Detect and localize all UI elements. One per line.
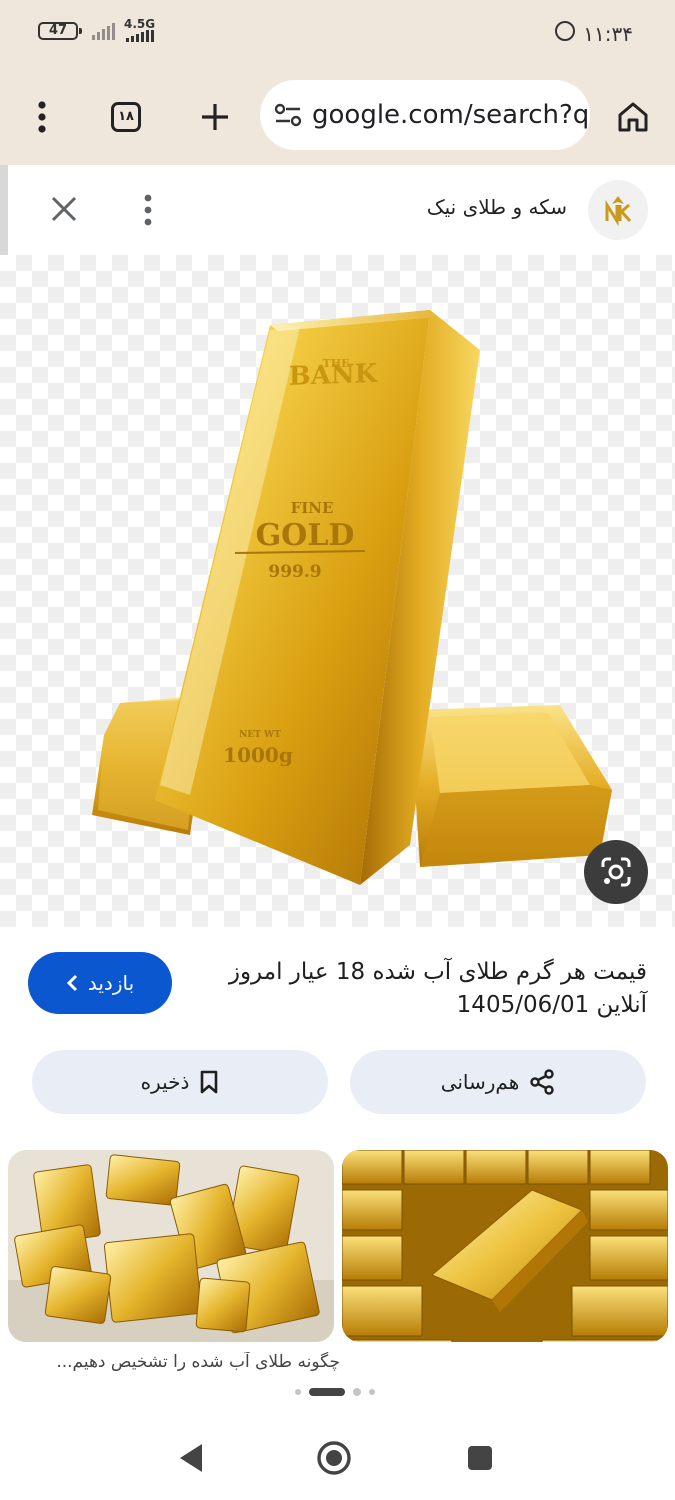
related-image-2[interactable] xyxy=(342,1150,668,1342)
page-dot-active xyxy=(309,1388,345,1396)
close-icon xyxy=(51,196,77,222)
status-bar: 47 4.5G ۱۱:۳۴ xyxy=(0,0,675,68)
related-image-1[interactable] xyxy=(8,1150,334,1342)
tabs-button[interactable]: ۱۸ xyxy=(106,68,146,165)
home-circle-icon xyxy=(317,1441,351,1475)
close-button[interactable] xyxy=(46,191,82,227)
site-favicon-icon xyxy=(605,196,632,227)
result-title-line2: آنلاین 1405/06/01 xyxy=(456,992,647,1018)
chevron-left-icon xyxy=(66,974,77,992)
svg-text:BANK: BANK xyxy=(289,359,379,392)
svg-text:999.9: 999.9 xyxy=(268,562,321,582)
signal-strength-icon xyxy=(126,30,154,42)
browser-toolbar: ۱۸ google.com/search?q xyxy=(0,68,675,166)
signal-icon xyxy=(92,22,115,40)
gold-pile-image xyxy=(8,1150,334,1342)
battery-level: 47 xyxy=(48,23,68,38)
viewer-header: سکه و طلای نیک xyxy=(0,165,675,255)
visit-label: بازدید xyxy=(87,971,135,995)
tabs-icon: ۱۸ xyxy=(111,101,141,132)
whatsapp-icon xyxy=(555,21,575,41)
new-tab-button[interactable] xyxy=(196,68,234,165)
save-label: ذخیره xyxy=(140,1070,190,1094)
new-tab-icon xyxy=(202,103,228,130)
back-icon xyxy=(180,1444,202,1472)
visit-button[interactable]: بازدید xyxy=(28,952,172,1014)
menu-button[interactable] xyxy=(22,68,62,165)
menu-icon xyxy=(38,100,46,133)
more-options-button[interactable] xyxy=(138,191,158,229)
lens-button[interactable] xyxy=(584,840,648,904)
home-nav-button[interactable] xyxy=(316,1440,352,1480)
save-button[interactable]: ذخیره xyxy=(32,1050,328,1114)
pagination-dots xyxy=(295,1388,375,1396)
result-title-line1: قیمت هر گرم طلای آب شده 18 عیار امروز xyxy=(228,959,647,985)
svg-text:FINE: FINE xyxy=(291,499,334,517)
site-name[interactable]: سکه و طلای نیک xyxy=(427,195,567,219)
svg-text:1000g: 1000g xyxy=(223,743,293,767)
page-dot xyxy=(295,1389,301,1395)
page-dot xyxy=(369,1389,375,1395)
site-info-icon xyxy=(274,103,302,127)
site-logo[interactable] xyxy=(588,180,648,240)
google-lens-icon xyxy=(601,857,631,887)
back-button[interactable] xyxy=(176,1442,204,1478)
recents-icon xyxy=(468,1446,492,1470)
system-nav-bar xyxy=(0,1420,675,1500)
battery-icon: 47 xyxy=(38,22,82,40)
address-bar[interactable]: google.com/search?q xyxy=(260,80,590,150)
svg-text:NET WT: NET WT xyxy=(239,730,281,740)
main-image[interactable]: THE BANK FINE GOLD 999.9 NET WT 1000g xyxy=(0,255,675,927)
page-dot xyxy=(353,1388,361,1396)
result-title[interactable]: قیمت هر گرم طلای آب شده 18 عیار امروز آن… xyxy=(207,956,647,1022)
svg-text:GOLD: GOLD xyxy=(256,518,355,553)
gold-bars-image: THE BANK FINE GOLD 999.9 NET WT 1000g xyxy=(92,310,612,885)
home-button[interactable] xyxy=(612,68,654,165)
more-vert-icon xyxy=(144,194,152,226)
tab-count: ۱۸ xyxy=(118,109,134,124)
related-caption[interactable]: چگونه طلای آب شده را تشخیص دهیم... xyxy=(20,1352,340,1372)
share-button[interactable]: هم‌رسانی xyxy=(350,1050,646,1114)
clock: ۱۱:۳۴ xyxy=(583,22,633,46)
url-text: google.com/search?q xyxy=(312,100,590,130)
share-icon xyxy=(530,1069,554,1095)
share-label: هم‌رسانی xyxy=(440,1070,520,1094)
gold-vault-image xyxy=(342,1150,668,1342)
network-type: 4.5G xyxy=(124,17,156,31)
bookmark-icon xyxy=(201,1070,218,1094)
home-icon xyxy=(618,102,648,131)
recents-button[interactable] xyxy=(467,1445,493,1475)
